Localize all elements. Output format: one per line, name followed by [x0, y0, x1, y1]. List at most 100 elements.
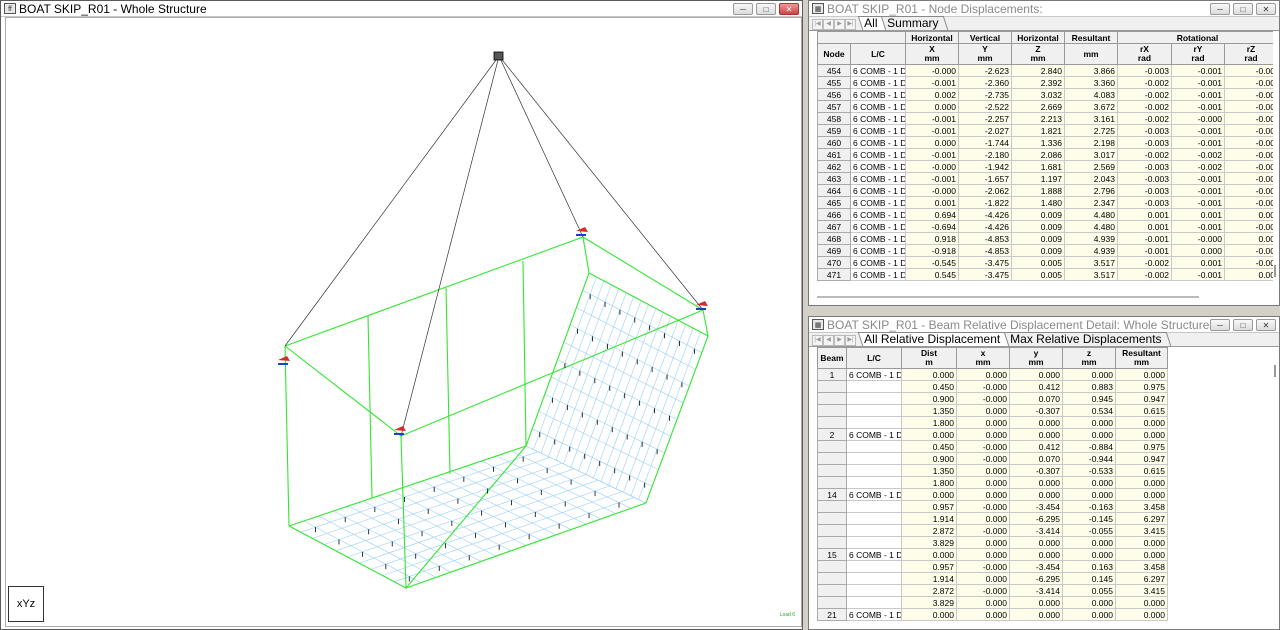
value-cell[interactable]: 1.914: [901, 512, 957, 525]
value-cell[interactable]: 1.350: [901, 404, 957, 417]
column-header[interactable]: z mm: [1062, 347, 1116, 369]
value-cell[interactable]: 2.569: [1064, 160, 1118, 173]
value-cell[interactable]: 3.458: [1115, 500, 1168, 513]
value-cell[interactable]: 0.009: [1011, 232, 1065, 245]
value-cell[interactable]: 0.000: [956, 536, 1010, 549]
value-cell[interactable]: 0.005: [1011, 256, 1065, 269]
last-tab-icon[interactable]: ▶|: [845, 19, 856, 30]
structure-titlebar[interactable]: ff BOAT SKIP_R01 - Whole Structure ─ □ ✕: [1, 1, 802, 17]
node-id-cell[interactable]: 459: [817, 124, 851, 137]
value-cell[interactable]: -0.001: [1117, 232, 1172, 245]
value-cell[interactable]: 2.872: [901, 524, 957, 537]
value-cell[interactable]: 0.000: [905, 136, 959, 149]
value-cell[interactable]: -0.884: [1062, 440, 1116, 453]
value-cell[interactable]: 0.000: [1009, 428, 1063, 441]
value-cell[interactable]: -0.001: [1171, 184, 1225, 197]
value-cell[interactable]: -2.062: [958, 184, 1012, 197]
value-cell[interactable]: 0.412: [1009, 380, 1063, 393]
value-cell[interactable]: -0.003: [1117, 160, 1172, 173]
value-cell[interactable]: 0.975: [1115, 380, 1168, 393]
value-cell[interactable]: 0.000: [956, 512, 1010, 525]
value-cell[interactable]: 3.672: [1064, 100, 1118, 113]
beam-id-cell[interactable]: [817, 476, 847, 489]
table-row[interactable]: 3.829 0.000 0.000 0.000 0.000: [817, 596, 1168, 609]
value-cell[interactable]: 0.000: [1009, 596, 1063, 609]
value-cell[interactable]: 0.000: [901, 548, 957, 561]
load-case-cell[interactable]: [846, 476, 902, 489]
value-cell[interactable]: 0.001: [1117, 208, 1172, 221]
value-cell[interactable]: -1.942: [958, 160, 1012, 173]
value-cell[interactable]: 3.517: [1064, 256, 1118, 269]
value-cell[interactable]: -0.001: [905, 124, 959, 137]
value-cell[interactable]: 2.796: [1064, 184, 1118, 197]
node-titlebar[interactable]: ▦ BOAT SKIP_R01 - Node Displacements: ─ …: [809, 1, 1279, 17]
first-tab-icon[interactable]: |◀: [812, 19, 823, 30]
value-cell[interactable]: 0.000: [901, 608, 957, 621]
value-cell[interactable]: 0.000: [1115, 476, 1168, 489]
column-header[interactable]: y mm: [1009, 347, 1063, 369]
value-cell[interactable]: -0.00: [1223, 256, 1273, 269]
value-cell[interactable]: 0.694: [905, 208, 959, 221]
load-case-cell[interactable]: 6 COMB - 1 D: [850, 208, 906, 221]
value-cell[interactable]: 1.681: [1011, 160, 1065, 173]
load-case-cell[interactable]: 6 COMB - 1 D: [850, 196, 906, 209]
beam-id-cell[interactable]: [817, 452, 847, 465]
value-cell[interactable]: 0.00: [1223, 208, 1273, 221]
value-cell[interactable]: 0.000: [905, 100, 959, 113]
value-cell[interactable]: 0.000: [956, 416, 1010, 429]
value-cell[interactable]: -2.522: [958, 100, 1012, 113]
value-cell[interactable]: -1.744: [958, 136, 1012, 149]
load-case-cell[interactable]: 6 COMB - 1 D: [850, 64, 906, 77]
value-cell[interactable]: 0.000: [956, 428, 1010, 441]
load-case-cell[interactable]: [846, 524, 902, 537]
table-row[interactable]: 0.957 -0.000 -3.454 -0.163 3.458: [817, 500, 1168, 513]
table-row[interactable]: 456 6 COMB - 1 D 0.002 -2.735 3.032 4.083 -0.0…: [817, 88, 1273, 101]
table-row[interactable]: 466 6 COMB - 1 D 0.694 -4.426 0.009 4.480 0.00…: [817, 208, 1273, 221]
value-cell[interactable]: 0.918: [905, 232, 959, 245]
next-tab-icon[interactable]: ▶: [834, 335, 845, 346]
value-cell[interactable]: 0.947: [1115, 452, 1168, 465]
table-row[interactable]: 459 6 COMB - 1 D -0.001 -2.027 1.821 2.725 -0.…: [817, 124, 1273, 137]
value-cell[interactable]: -0.001: [1171, 268, 1225, 281]
column-header[interactable]: Node: [817, 43, 851, 65]
value-cell[interactable]: -0.000: [956, 392, 1010, 405]
table-row[interactable]: 26 COMB - 1 D 0.000 0.000 0.000 0.000 0.000: [817, 428, 1168, 441]
value-cell[interactable]: -0.003: [1117, 64, 1172, 77]
value-cell[interactable]: -0.163: [1062, 500, 1116, 513]
value-cell[interactable]: 2.840: [1011, 64, 1065, 77]
load-case-cell[interactable]: 6 COMB - 1 D: [850, 172, 906, 185]
value-cell[interactable]: -0.001: [1171, 196, 1225, 209]
load-case-cell[interactable]: [846, 572, 902, 585]
value-cell[interactable]: 2.213: [1011, 112, 1065, 125]
beam-id-cell[interactable]: [817, 500, 847, 513]
value-cell[interactable]: 0.000: [1062, 536, 1116, 549]
table-row[interactable]: 21 6 COMB - 1 D 0.000 0.000 0.000 0.000 0.000: [817, 608, 1168, 621]
value-cell[interactable]: 0.957: [901, 500, 957, 513]
value-cell[interactable]: 1.336: [1011, 136, 1065, 149]
value-cell[interactable]: 0.900: [901, 452, 957, 465]
column-header[interactable]: rX rad: [1117, 43, 1172, 65]
beam-close-button[interactable]: ✕: [1256, 318, 1276, 331]
value-cell[interactable]: -0.00: [1223, 172, 1273, 185]
column-header[interactable]: L/C: [850, 43, 906, 65]
node-id-cell[interactable]: 460: [817, 136, 851, 149]
value-cell[interactable]: 0.000: [956, 476, 1010, 489]
node-id-cell[interactable]: 455: [817, 76, 851, 89]
value-cell[interactable]: 6.297: [1115, 512, 1168, 525]
value-cell[interactable]: 0.000: [1115, 368, 1168, 381]
load-case-cell[interactable]: 6 COMB - 1 D: [846, 608, 902, 621]
close-button[interactable]: ✕: [779, 2, 799, 15]
beam-id-cell[interactable]: [817, 512, 847, 525]
table-row[interactable]: 1.800 0.000 0.000 0.000 0.000: [817, 416, 1168, 429]
load-case-cell[interactable]: 6 COMB - 1 D: [850, 124, 906, 137]
beam-id-cell[interactable]: 21: [817, 608, 847, 621]
value-cell[interactable]: 0.163: [1062, 560, 1116, 573]
value-cell[interactable]: -0.002: [1117, 76, 1172, 89]
value-cell[interactable]: -0.003: [1117, 196, 1172, 209]
prev-tab-icon[interactable]: ◀: [823, 19, 834, 30]
table-row[interactable]: 0.450 -0.000 0.412 0.883 0.975: [817, 380, 1168, 393]
value-cell[interactable]: -0.000: [1171, 112, 1225, 125]
value-cell[interactable]: 0.000: [956, 368, 1010, 381]
node-id-cell[interactable]: 467: [817, 220, 851, 233]
node-close-button[interactable]: ✕: [1256, 2, 1276, 15]
